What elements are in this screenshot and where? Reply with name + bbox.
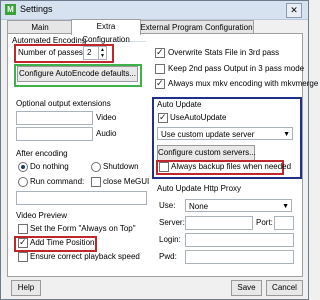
cancel-button[interactable]: Cancel: [266, 280, 303, 296]
tab-main-configuration[interactable]: Main Configuration: [7, 20, 73, 45]
close-megui-checkbox[interactable]: [91, 177, 101, 187]
window-title: Settings: [20, 4, 53, 14]
proxy-use-select[interactable]: None ▼: [185, 199, 292, 212]
video-extension-label: Video: [96, 113, 117, 122]
always-backup-label: Always backup files when needed: [171, 162, 292, 171]
shutdown-radio[interactable]: [91, 162, 101, 172]
app-icon: M: [5, 4, 16, 15]
spin-arrows-icon[interactable]: ▲ ▼: [98, 47, 106, 59]
save-button[interactable]: Save: [231, 280, 262, 296]
proxy-server-label: Server:: [159, 218, 185, 227]
tab-extra-configuration[interactable]: Extra Configuration: [71, 19, 141, 44]
add-time-position-checkbox[interactable]: [18, 237, 28, 248]
proxy-title: Auto Update Http Proxy: [157, 184, 242, 193]
use-auto-update-label: UseAutoUpdate: [170, 113, 227, 122]
title-bar: M Settings ✕: [1, 1, 308, 20]
always-on-top-checkbox[interactable]: [18, 224, 28, 234]
proxy-use-value: None: [189, 202, 209, 211]
close-button[interactable]: ✕: [286, 3, 302, 18]
video-extension-input[interactable]: [16, 111, 93, 125]
tab-external-program-configuration[interactable]: External Program Configuration: [139, 20, 254, 34]
always-on-top-label: Set the Form "Always on Top": [30, 224, 136, 233]
overwrite-stats-checkbox[interactable]: [155, 47, 165, 58]
shutdown-label: Shutdown: [103, 162, 139, 171]
auto-update-title: Auto Update: [157, 100, 202, 109]
configure-servers-button[interactable]: Configure custom servers...: [157, 145, 256, 161]
ensure-speed-checkbox[interactable]: [18, 252, 28, 262]
run-command-radio[interactable]: [18, 177, 28, 187]
help-button[interactable]: Help: [11, 280, 41, 296]
proxy-pwd-label: Pwd:: [159, 252, 177, 261]
ensure-speed-label: Ensure correct playback speed: [30, 252, 140, 261]
add-time-position-label: Add Time Position: [30, 238, 95, 247]
overwrite-stats-label: Overwrite Stats File in 3rd pass: [168, 48, 280, 57]
update-server-select[interactable]: Use custom update server ▼: [157, 127, 293, 140]
proxy-server-input[interactable]: [185, 216, 253, 230]
chevron-down-icon: ▼: [282, 203, 289, 210]
audio-extension-label: Audio: [96, 129, 117, 138]
keep-2nd-pass-checkbox[interactable]: [155, 64, 165, 74]
proxy-port-label: Port:: [256, 218, 273, 227]
after-encoding-title: After encoding: [16, 149, 68, 158]
do-nothing-radio[interactable]: [18, 162, 28, 172]
chevron-down-icon: ▼: [283, 131, 290, 138]
configure-autoencode-button[interactable]: Configure AutoEncode defaults...: [17, 66, 138, 82]
proxy-use-label: Use:: [159, 201, 176, 210]
always-mux-label: Always mux mkv encoding with mkvmerge: [168, 79, 319, 88]
tab-panel: Automated Encoding Number of passes 2 ▲ ▼…: [7, 33, 318, 277]
keep-2nd-pass-label: Keep 2nd pass Output in 3 pass mode: [168, 64, 305, 73]
passes-stepper[interactable]: 2 ▲ ▼: [83, 46, 107, 60]
run-command-label: Run command:: [30, 177, 85, 186]
proxy-port-input[interactable]: [274, 216, 294, 230]
passes-value: 2: [87, 48, 92, 57]
output-extensions-title: Optional output extensions: [16, 99, 111, 108]
proxy-pwd-input[interactable]: [185, 250, 294, 264]
video-preview-title: Video Preview: [16, 211, 67, 220]
passes-label: Number of passes: [18, 48, 83, 57]
proxy-login-label: Login:: [159, 235, 181, 244]
update-server-value: Use custom update server: [161, 130, 255, 139]
audio-extension-input[interactable]: [16, 127, 93, 141]
proxy-login-input[interactable]: [185, 233, 294, 247]
do-nothing-label: Do nothing: [30, 162, 69, 171]
close-megui-label: close MeGUI: [103, 177, 150, 186]
use-auto-update-checkbox[interactable]: [158, 112, 168, 123]
settings-window: M Settings ✕ Main Configuration Extra Co…: [0, 0, 318, 300]
run-command-input[interactable]: [16, 191, 147, 205]
always-backup-checkbox[interactable]: [159, 162, 169, 172]
always-mux-checkbox[interactable]: [155, 78, 165, 89]
